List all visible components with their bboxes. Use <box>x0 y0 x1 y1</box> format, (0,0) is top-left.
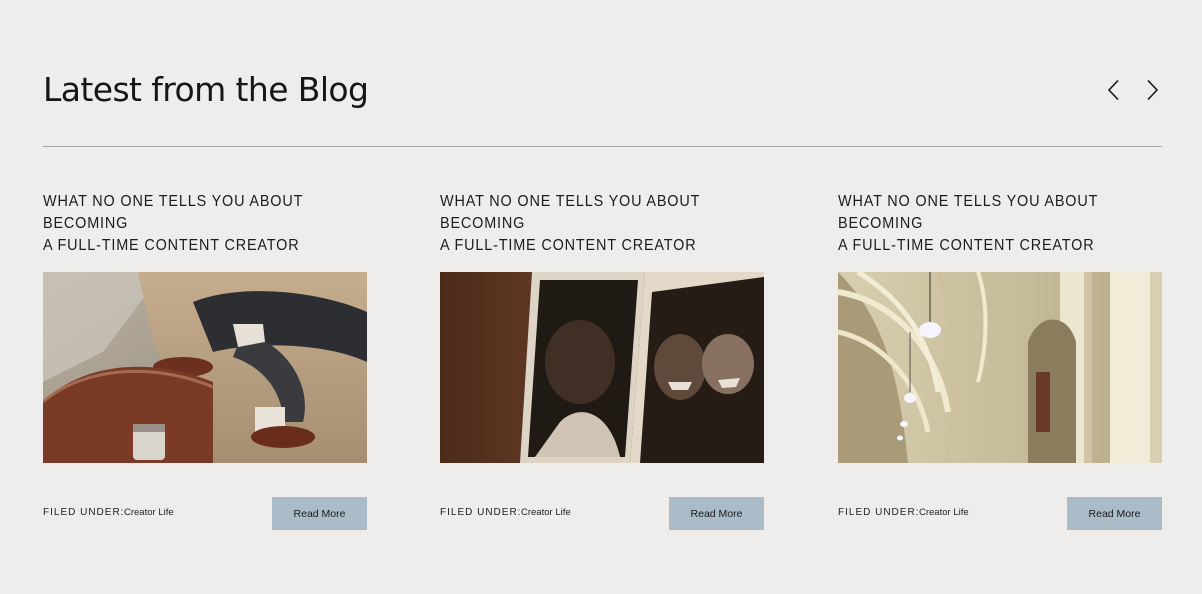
read-more-button[interactable]: Read More <box>669 497 764 530</box>
read-more-button[interactable]: Read More <box>272 497 367 530</box>
post-title[interactable]: WHAT NO ONE TELLS YOU ABOUT BECOMING A F… <box>440 191 766 254</box>
post-meta: FILED UNDER: Creator Life Read More <box>440 497 764 530</box>
blog-header: Latest from the Blog <box>43 66 1162 114</box>
blog-card: WHAT NO ONE TELLS YOU ABOUT BECOMING A F… <box>43 191 369 530</box>
post-meta: FILED UNDER: Creator Life Read More <box>838 497 1162 530</box>
filed-under-label: FILED UNDER: <box>440 507 522 518</box>
blog-card: WHAT NO ONE TELLS YOU ABOUT BECOMING A F… <box>440 191 766 530</box>
category-link[interactable]: Creator Life <box>919 507 969 518</box>
post-title-line: A FULL-TIME CONTENT CREATOR <box>838 237 1095 254</box>
category-link[interactable]: Creator Life <box>124 507 174 518</box>
blog-card: WHAT NO ONE TELLS YOU ABOUT BECOMING A F… <box>838 191 1164 530</box>
chevron-right-icon <box>1147 79 1159 101</box>
post-title-line: WHAT NO ONE TELLS YOU ABOUT BECOMING <box>440 193 700 232</box>
post-title[interactable]: WHAT NO ONE TELLS YOU ABOUT BECOMING A F… <box>43 191 369 254</box>
post-title-line: A FULL-TIME CONTENT CREATOR <box>440 237 697 254</box>
post-meta: FILED UNDER: Creator Life Read More <box>43 497 367 530</box>
carousel-next-button[interactable] <box>1142 78 1162 102</box>
post-image-sofa[interactable] <box>43 272 367 463</box>
category-link[interactable]: Creator Life <box>521 507 571 518</box>
post-title-line: WHAT NO ONE TELLS YOU ABOUT BECOMING <box>43 193 303 232</box>
read-more-button[interactable]: Read More <box>1067 497 1162 530</box>
carousel-nav <box>1104 78 1162 102</box>
post-title-line: A FULL-TIME CONTENT CREATOR <box>43 237 300 254</box>
post-title[interactable]: WHAT NO ONE TELLS YOU ABOUT BECOMING A F… <box>838 191 1164 254</box>
section-title: Latest from the Blog <box>43 70 369 109</box>
post-image-arcade[interactable] <box>838 272 1162 463</box>
post-title-line: WHAT NO ONE TELLS YOU ABOUT BECOMING <box>838 193 1098 232</box>
post-image-photostrip[interactable] <box>440 272 764 463</box>
filed-under-label: FILED UNDER: <box>43 507 125 518</box>
chevron-left-icon <box>1107 79 1119 101</box>
section-divider <box>43 146 1162 147</box>
carousel-prev-button[interactable] <box>1104 78 1124 102</box>
filed-under-label: FILED UNDER: <box>838 507 920 518</box>
